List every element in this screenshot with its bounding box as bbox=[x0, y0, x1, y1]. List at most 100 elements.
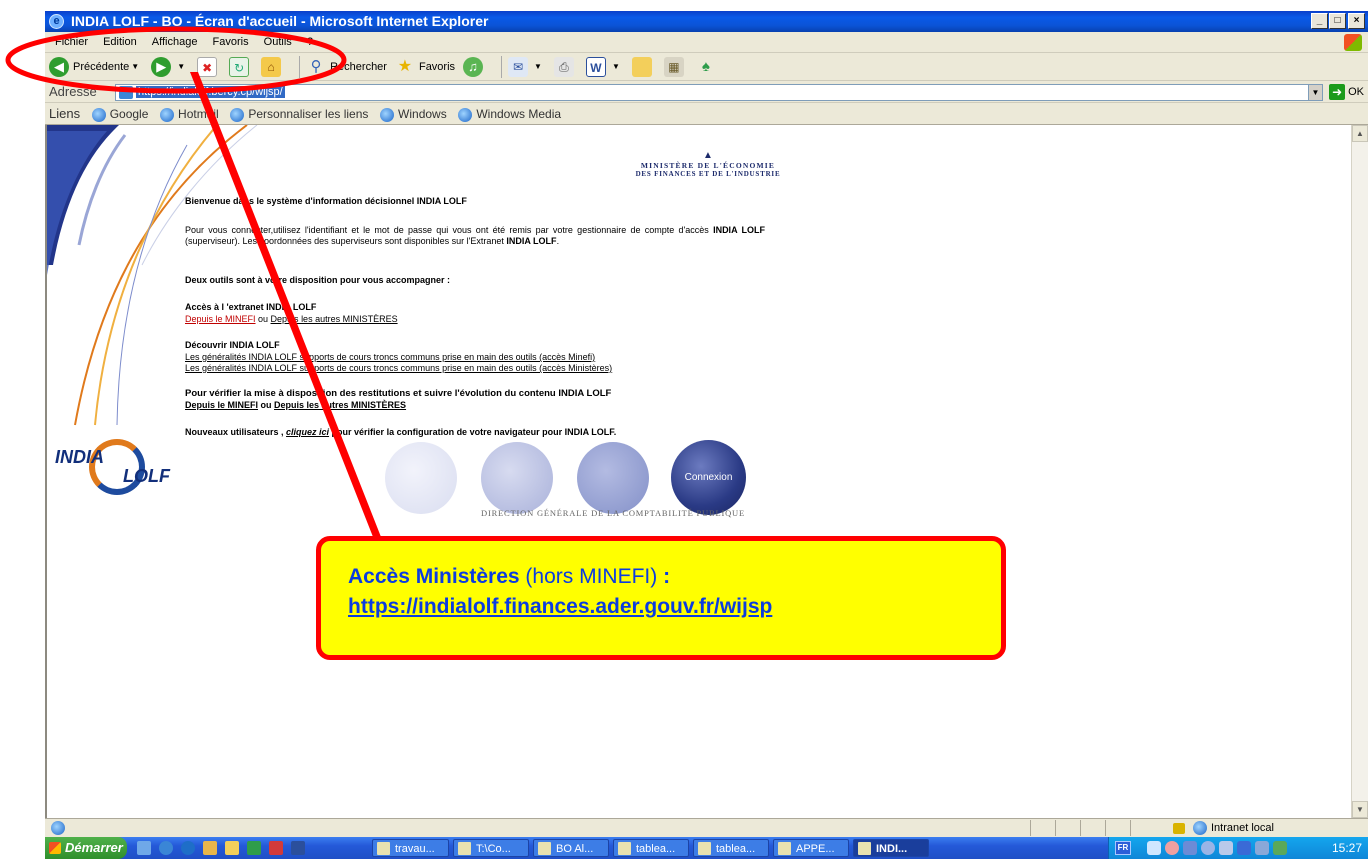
tray-update-icon[interactable] bbox=[1255, 841, 1269, 855]
search-button[interactable]: ⚲ Rechercher bbox=[306, 57, 387, 77]
home-button[interactable]: ⌂ bbox=[261, 56, 285, 77]
standard-toolbar: ◀ Précédente ▼ ▶ ▼ ✖ ↻ ⌂ ⚲ Rechercher ★ … bbox=[45, 53, 1368, 81]
chevron-down-icon: ▼ bbox=[534, 62, 542, 71]
quicklaunch-media-icon[interactable] bbox=[181, 841, 195, 855]
task-button[interactable]: tablea... bbox=[613, 839, 689, 857]
start-button[interactable]: Démarrer bbox=[45, 837, 127, 859]
callout-colon: : bbox=[663, 565, 671, 588]
discover-minefi-link[interactable]: Les généralités INDIA LOLF supports de c… bbox=[185, 352, 595, 362]
edit-word-button[interactable]: W ▼ bbox=[585, 56, 624, 77]
language-indicator[interactable]: FR bbox=[1115, 841, 1131, 855]
link-customize[interactable]: Personnaliser les liens bbox=[230, 107, 368, 122]
address-input[interactable]: https://indialolf.bercy.cp/wijsp/ bbox=[115, 84, 1320, 101]
mail-button[interactable]: ✉ ▼ bbox=[508, 56, 546, 77]
quicklaunch-word-icon[interactable] bbox=[291, 841, 305, 855]
tray-sound-icon[interactable] bbox=[1201, 841, 1215, 855]
stop-button[interactable]: ✖ bbox=[197, 56, 221, 77]
window-titlebar[interactable]: e INDIA LOLF - BO - Écran d'accueil - Mi… bbox=[45, 11, 1368, 32]
menu-fichier[interactable]: Fichier bbox=[55, 36, 88, 48]
quicklaunch-excel-icon[interactable] bbox=[247, 841, 261, 855]
task-button[interactable]: APPE... bbox=[773, 839, 849, 857]
decorative-bubble bbox=[577, 442, 649, 514]
verify-ministeres-link[interactable]: Depuis les autres MINISTÈRES bbox=[274, 400, 406, 410]
click-here-link[interactable]: cliquez ici bbox=[286, 427, 329, 437]
task-button-active[interactable]: INDI... bbox=[853, 839, 929, 857]
task-label: T:\Co... bbox=[476, 843, 511, 855]
forward-button[interactable]: ▶ ▼ bbox=[151, 56, 189, 77]
page-viewport: ▲ MINISTÈRE DE L'ÉCONOMIE DES FINANCES E… bbox=[45, 125, 1351, 818]
quicklaunch-desktop-icon[interactable] bbox=[137, 841, 151, 855]
callout-url[interactable]: https://indialolf.finances.ader.gouv.fr/… bbox=[348, 595, 772, 618]
ie-icon bbox=[858, 842, 871, 855]
research-button[interactable]: ▦ bbox=[663, 56, 688, 77]
favorites-button[interactable]: ★ Favoris bbox=[395, 57, 455, 77]
excel-icon bbox=[618, 842, 631, 855]
link-windows-media[interactable]: Windows Media bbox=[458, 107, 561, 122]
link-google[interactable]: Google bbox=[91, 107, 148, 122]
maximize-button[interactable]: □ bbox=[1329, 13, 1346, 29]
address-url: https://indialolf.bercy.cp/wijsp/ bbox=[136, 86, 285, 98]
menu-bar: Fichier Edition Affichage Favoris Outils… bbox=[45, 32, 1368, 53]
close-button[interactable]: × bbox=[1348, 13, 1365, 29]
discover-ministeres-link[interactable]: Les généralités INDIA LOLF supports de c… bbox=[185, 363, 612, 373]
folder-button[interactable] bbox=[631, 56, 656, 77]
extranet-ministeres-link[interactable]: Depuis les autres MINISTÈRES bbox=[271, 314, 398, 324]
minimize-button[interactable]: _ bbox=[1311, 13, 1328, 29]
tray-network-icon[interactable] bbox=[1183, 841, 1197, 855]
back-button[interactable]: ◀ Précédente ▼ bbox=[49, 56, 143, 77]
task-button[interactable]: BO Al... bbox=[533, 839, 609, 857]
menu-edition[interactable]: Edition bbox=[103, 36, 137, 48]
windows-flag-icon bbox=[49, 842, 61, 854]
task-label: travau... bbox=[395, 843, 435, 855]
link-windows-label: Windows bbox=[398, 107, 447, 121]
tools-heading: Deux outils sont à votre disposition pou… bbox=[185, 275, 451, 285]
decorative-bubble bbox=[481, 442, 553, 514]
address-dropdown-icon[interactable]: ▼ bbox=[1308, 84, 1323, 101]
quicklaunch-ie-icon[interactable] bbox=[159, 841, 173, 855]
task-button[interactable]: travau... bbox=[372, 839, 449, 857]
tray-clock-icon[interactable] bbox=[1165, 841, 1179, 855]
print-button[interactable]: ⎙ bbox=[553, 56, 578, 77]
back-arrow-icon: ◀ bbox=[49, 56, 69, 77]
quicklaunch-folder-icon[interactable] bbox=[225, 841, 239, 855]
new-users-text-b: pour vérifier la configuration de votre … bbox=[329, 427, 617, 437]
intro-text-a: Pour vous connecter,utilisez l'identifia… bbox=[185, 225, 714, 235]
quicklaunch-outlook-icon[interactable] bbox=[203, 841, 217, 855]
link-hotmail[interactable]: Hotmail bbox=[160, 107, 219, 122]
menu-affichage[interactable]: Affichage bbox=[152, 36, 198, 48]
refresh-button[interactable]: ↻ bbox=[229, 56, 253, 77]
scroll-down-icon[interactable]: ▼ bbox=[1352, 801, 1368, 818]
vertical-scrollbar[interactable]: ▲ ▼ bbox=[1351, 125, 1368, 818]
connexion-button[interactable]: Connexion bbox=[671, 440, 746, 515]
intro-paragraph: Pour vous connecter,utilisez l'identifia… bbox=[185, 225, 765, 247]
back-label: Précédente bbox=[73, 60, 130, 73]
extranet-minefi-link[interactable]: Depuis le MINEFI bbox=[185, 314, 256, 324]
home-icon: ⌂ bbox=[261, 56, 282, 77]
verify-minefi-link[interactable]: Depuis le MINEFI bbox=[185, 400, 258, 410]
status-cell bbox=[1105, 820, 1130, 836]
task-button[interactable]: T:\Co... bbox=[453, 839, 529, 857]
folder-icon bbox=[458, 842, 471, 855]
extranet-links: Depuis le MINEFI ou Depuis les autres MI… bbox=[185, 314, 398, 325]
tray-security-icon[interactable] bbox=[1273, 841, 1287, 855]
scroll-up-icon[interactable]: ▲ bbox=[1352, 125, 1368, 142]
intro-text-b: INDIA LOLF bbox=[713, 225, 765, 235]
tray-mail-icon[interactable] bbox=[1147, 841, 1161, 855]
star-icon: ★ bbox=[397, 57, 413, 75]
media-button[interactable]: ♫ bbox=[463, 56, 487, 77]
tray-antivirus-icon[interactable] bbox=[1237, 841, 1251, 855]
menu-help[interactable]: ? bbox=[307, 36, 313, 48]
link-windows[interactable]: Windows bbox=[380, 107, 447, 122]
task-label: INDI... bbox=[876, 843, 908, 855]
page-status-icon bbox=[51, 821, 65, 835]
quicklaunch-access-icon[interactable] bbox=[269, 841, 283, 855]
system-tray: FR 15:27 bbox=[1108, 837, 1368, 859]
menu-outils[interactable]: Outils bbox=[264, 36, 292, 48]
go-button[interactable]: ➜ OK bbox=[1329, 84, 1364, 101]
messenger-button[interactable]: ♠ bbox=[696, 57, 720, 77]
task-button[interactable]: tablea... bbox=[693, 839, 769, 857]
go-label: OK bbox=[1348, 86, 1364, 98]
tray-usb-icon[interactable] bbox=[1219, 841, 1233, 855]
menu-favoris[interactable]: Favoris bbox=[213, 36, 249, 48]
links-bar: Liens Google Hotmail Personnaliser les l… bbox=[45, 103, 1368, 125]
